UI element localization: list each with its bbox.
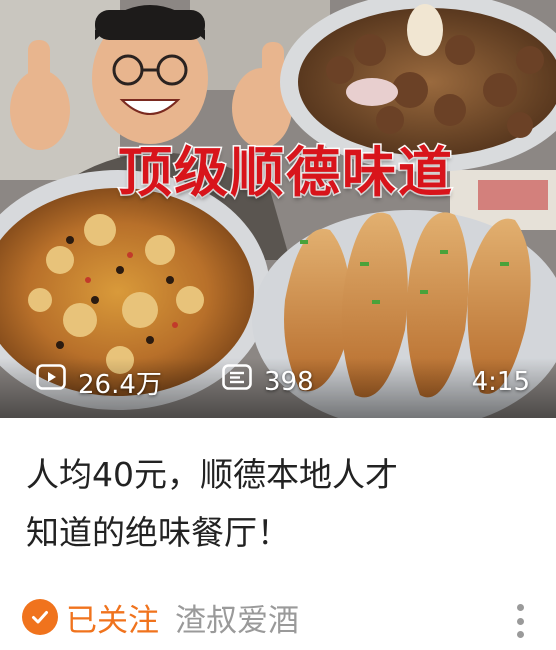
author-name[interactable]: 渣叔爱酒 xyxy=(175,595,299,640)
play-count-value: 26.4万 xyxy=(78,369,162,400)
more-options-icon[interactable] xyxy=(510,604,530,638)
follow-status-label: 已关注 xyxy=(66,602,159,639)
more-dot xyxy=(516,617,524,625)
follow-check-icon xyxy=(22,599,58,635)
danmaku-count-value: 398 xyxy=(264,367,314,397)
play-count-icon xyxy=(36,364,66,395)
card-footer: 已关注 渣叔爱酒 xyxy=(22,592,299,642)
video-duration: 4:15 xyxy=(471,367,530,397)
video-title-line-1: 人均40元，顺德本地人才 xyxy=(26,455,398,494)
more-dot xyxy=(516,604,524,611)
thumbnail-banner-text: 顶级顺德味道 xyxy=(117,139,454,205)
thumbnail-illustration xyxy=(0,0,556,418)
danmaku-count: 398 xyxy=(222,364,314,400)
video-title[interactable]: 人均40元，顺德本地人才 知道的绝味餐厅！ xyxy=(26,446,526,562)
play-count: 26.4万 xyxy=(36,364,162,400)
video-card[interactable]: 顶级顺德味道 26.4万 398 4:15 人均40元，顺德本地人才 知道的绝味… xyxy=(0,0,556,650)
video-thumbnail[interactable]: 顶级顺德味道 26.4万 398 4:15 xyxy=(0,0,556,418)
more-dot xyxy=(516,631,524,638)
video-title-line-2: 知道的绝味餐厅！ xyxy=(26,513,290,552)
danmaku-icon xyxy=(222,364,252,395)
